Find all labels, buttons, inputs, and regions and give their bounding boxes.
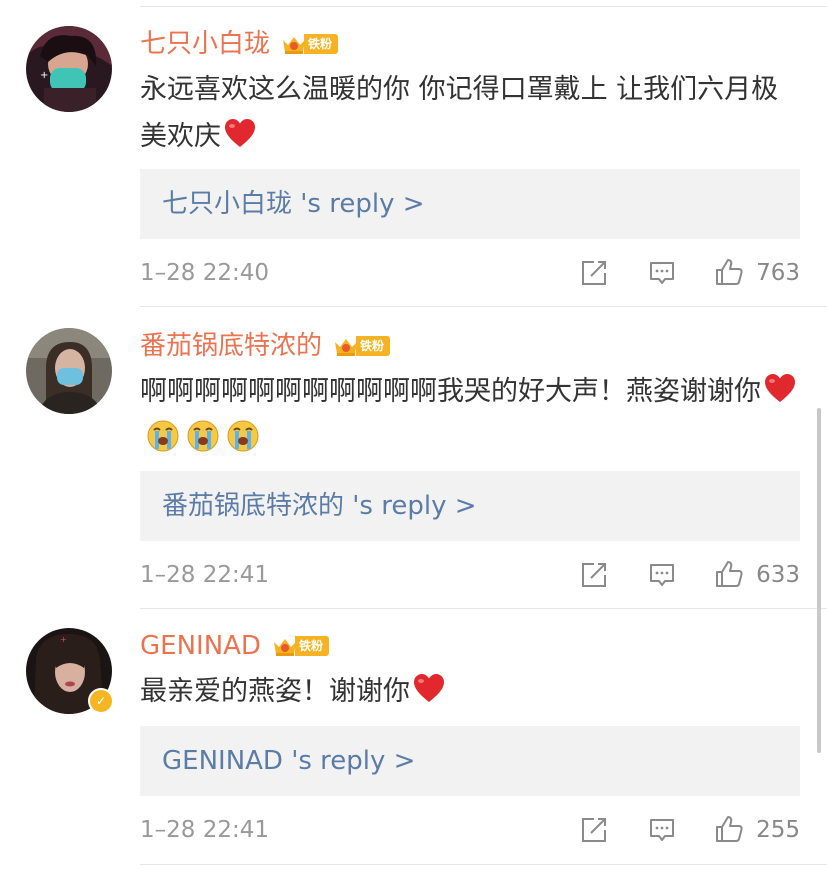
- comment-item: + 七只小白珑 铁粉 永远喜欢这么温暖的你 你记得口罩戴上 让我们六月极美欢庆 …: [0, 26, 827, 296]
- heart-emoji: [765, 374, 795, 402]
- comment-divider: [140, 864, 827, 865]
- repost-icon[interactable]: [580, 259, 608, 287]
- svg-text:+: +: [40, 70, 48, 81]
- comment-header: 番茄锅底特浓的 铁粉: [140, 328, 391, 364]
- like-count: 255: [756, 817, 800, 843]
- comment-item: + ✓ GENINAD 铁粉 最亲爱的燕姿！谢谢你 GENINAD 's rep…: [0, 628, 827, 858]
- comment-divider: [140, 306, 827, 307]
- crying-face-emoji: [187, 420, 219, 452]
- comment-icon[interactable]: [648, 816, 676, 844]
- crying-face-emoji: [147, 420, 179, 452]
- like-icon[interactable]: [714, 814, 744, 844]
- comment-text: 最亲爱的燕姿！谢谢你: [140, 668, 800, 715]
- reply-link[interactable]: GENINAD 's reply >: [162, 726, 415, 796]
- comment-meta: 1–28 22:40 763: [140, 253, 800, 293]
- fan-badge-label: 铁粉: [294, 636, 329, 656]
- like-count: 763: [756, 260, 800, 286]
- reply-link[interactable]: 七只小白珑 's reply >: [162, 169, 425, 239]
- username[interactable]: 七只小白珑: [140, 26, 270, 62]
- timestamp: 1–28 22:41: [140, 817, 269, 843]
- like-count: 633: [756, 562, 800, 588]
- crying-face-emoji: [227, 420, 259, 452]
- repost-icon[interactable]: [580, 561, 608, 589]
- comment-header: GENINAD 铁粉: [140, 628, 329, 664]
- fan-badge: 铁粉: [271, 634, 329, 658]
- scrollbar[interactable]: [817, 408, 821, 753]
- comment-divider: [140, 608, 827, 609]
- reply-box[interactable]: GENINAD 's reply >: [140, 726, 800, 796]
- like-icon[interactable]: [714, 559, 744, 589]
- reply-box[interactable]: 番茄锅底特浓的 's reply >: [140, 471, 800, 541]
- avatar[interactable]: +: [26, 26, 112, 112]
- reply-box[interactable]: 七只小白珑 's reply >: [140, 169, 800, 239]
- timestamp: 1–28 22:40: [140, 260, 269, 286]
- comment-item: 番茄锅底特浓的 铁粉 啊啊啊啊啊啊啊啊啊啊啊我哭的好大声！燕姿谢谢你 番茄锅底特…: [0, 328, 827, 598]
- comment-meta: 1–28 22:41 255: [140, 810, 800, 850]
- comment-body: 最亲爱的燕姿！谢谢你: [140, 676, 410, 707]
- comment-text: 啊啊啊啊啊啊啊啊啊啊啊我哭的好大声！燕姿谢谢你: [140, 368, 800, 462]
- comment-text: 永远喜欢这么温暖的你 你记得口罩戴上 让我们六月极美欢庆: [140, 66, 800, 160]
- fan-badge: 铁粉: [280, 32, 339, 56]
- comment-icon[interactable]: [648, 561, 676, 589]
- comment-meta: 1–28 22:41 633: [140, 555, 800, 595]
- fan-badge-label: 铁粉: [304, 34, 339, 54]
- top-divider: [140, 6, 827, 7]
- heart-emoji: [225, 119, 255, 147]
- reply-link[interactable]: 番茄锅底特浓的 's reply >: [162, 471, 477, 541]
- fan-badge-label: 铁粉: [356, 336, 391, 356]
- like-icon[interactable]: [714, 257, 744, 287]
- avatar[interactable]: [26, 328, 112, 414]
- timestamp: 1–28 22:41: [140, 562, 269, 588]
- fan-badge: 铁粉: [332, 334, 391, 358]
- comment-icon[interactable]: [648, 259, 676, 287]
- heart-emoji: [414, 674, 444, 702]
- verified-badge-icon: ✓: [88, 688, 114, 714]
- username[interactable]: 番茄锅底特浓的: [140, 328, 322, 364]
- comment-header: 七只小白珑 铁粉: [140, 26, 339, 62]
- comment-body: 啊啊啊啊啊啊啊啊啊啊啊我哭的好大声！燕姿谢谢你: [140, 376, 761, 407]
- username[interactable]: GENINAD: [140, 628, 261, 664]
- repost-icon[interactable]: [580, 816, 608, 844]
- svg-text:+: +: [60, 635, 67, 644]
